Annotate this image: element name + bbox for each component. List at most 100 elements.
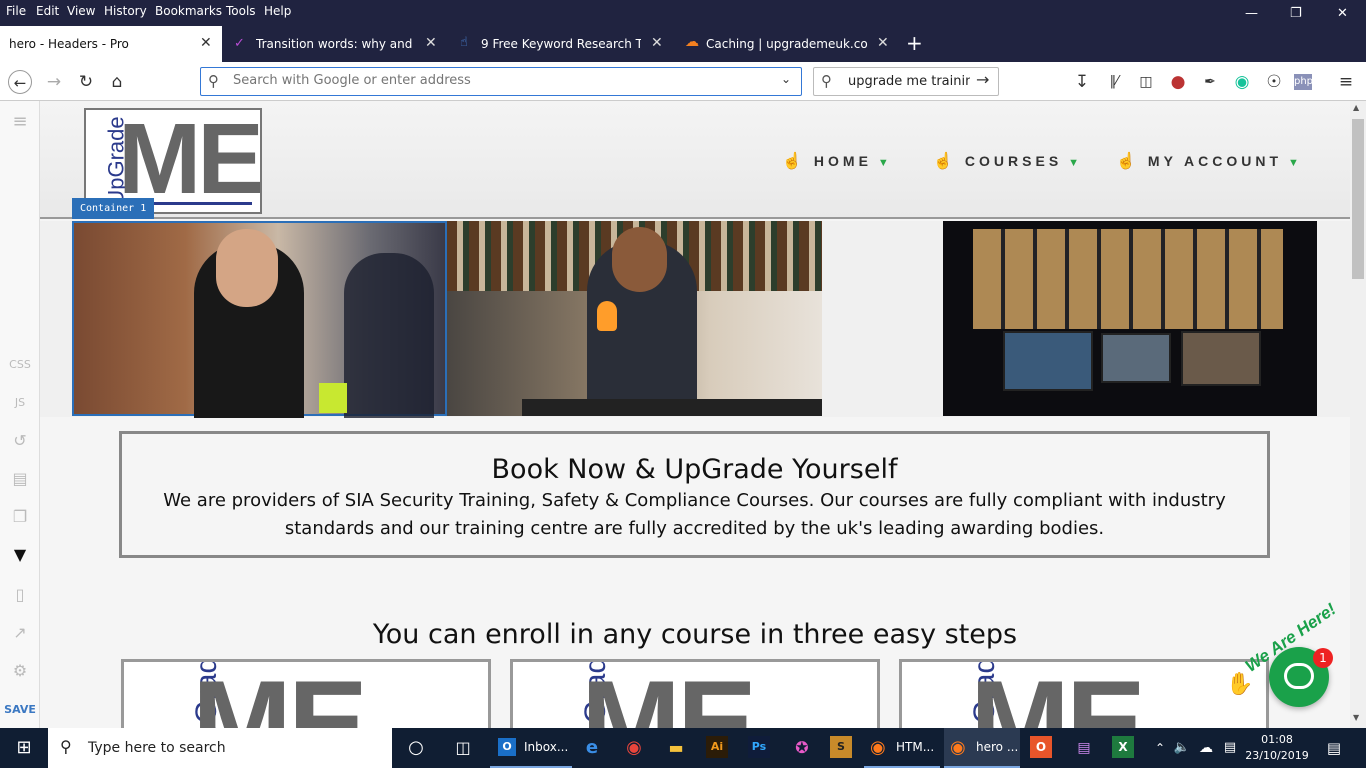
scrollbar-thumb[interactable]: [1352, 119, 1364, 279]
nav-label: COURSES: [964, 153, 1063, 169]
hero-image-cctv-room[interactable]: [943, 221, 1317, 416]
chevron-down-icon[interactable]: ⌄: [781, 72, 791, 86]
external-link-icon[interactable]: ↗: [0, 623, 40, 642]
step-card[interactable]: UpGrade ME: [510, 659, 880, 728]
chevron-down-icon: ▼: [877, 157, 893, 169]
taskbar-search-placeholder: Type here to search: [88, 740, 226, 756]
excel-icon[interactable]: X: [1112, 736, 1134, 758]
new-tab-icon[interactable]: +: [906, 31, 923, 55]
nav-my-account[interactable]: ☝ MY ACCOUNT ▼: [1116, 151, 1303, 171]
volume-icon[interactable]: 🔈: [1170, 736, 1194, 760]
clock[interactable]: 01:08 23/10/2019: [1244, 732, 1310, 764]
url-input[interactable]: [233, 73, 773, 88]
cortana-icon[interactable]: ○: [404, 736, 428, 760]
photoshop-icon[interactable]: Ps: [748, 736, 770, 758]
save-button[interactable]: SAVE: [0, 703, 40, 716]
taskbar-search[interactable]: ⚲ Type here to search: [48, 728, 392, 768]
colorzilla-icon[interactable]: ●: [1166, 70, 1190, 94]
css-button[interactable]: CSS: [0, 358, 40, 371]
menu-view[interactable]: View: [67, 4, 95, 18]
cloudflare-icon: ☁: [685, 34, 699, 50]
menu-icon[interactable]: ≡: [0, 111, 40, 132]
close-tab-icon[interactable]: ✕: [877, 35, 889, 51]
windows-start-icon[interactable]: ⊞: [12, 736, 36, 760]
illustrator-icon[interactable]: Ai: [706, 736, 728, 758]
office-icon[interactable]: O: [1030, 736, 1052, 758]
maximize-icon[interactable]: ❐: [1290, 6, 1302, 21]
winrar-icon[interactable]: ▤: [1072, 736, 1096, 760]
onedrive-icon[interactable]: ☁: [1194, 736, 1218, 760]
account-icon[interactable]: ☉: [1262, 70, 1286, 94]
notifications-icon[interactable]: ▤: [1322, 736, 1346, 760]
menu-help[interactable]: Help: [264, 4, 291, 18]
chrome-icon[interactable]: ◉: [622, 736, 646, 760]
mobile-icon[interactable]: ▯: [0, 585, 40, 604]
url-bar[interactable]: ⚲ ⌄: [200, 67, 802, 96]
desk-monitor: [1003, 331, 1093, 391]
go-arrow-icon[interactable]: →: [976, 70, 989, 89]
layers-icon[interactable]: ❐: [0, 507, 40, 526]
search-input[interactable]: upgrade me training: [848, 74, 970, 89]
firefox-icon: ◉: [870, 737, 886, 758]
minimize-icon[interactable]: —: [1245, 6, 1258, 21]
book-now-box: Book Now & UpGrade Yourself We are provi…: [119, 431, 1270, 558]
menu-bookmarks[interactable]: Bookmarks: [155, 4, 222, 18]
taskbar-app-outlook[interactable]: O Inbox...: [490, 728, 572, 768]
eyedropper-icon[interactable]: ✒: [1198, 70, 1222, 94]
step-card[interactable]: UpGrade ME: [121, 659, 491, 728]
hero-image-bartender[interactable]: [447, 221, 822, 416]
close-tab-icon[interactable]: ✕: [200, 35, 212, 51]
forward-button[interactable]: →: [42, 70, 66, 94]
close-window-icon[interactable]: ✕: [1337, 6, 1348, 21]
search-bar[interactable]: ⚲ upgrade me training →: [813, 67, 999, 96]
page-scrollbar[interactable]: ▲ ▼: [1350, 101, 1366, 728]
scroll-up-icon[interactable]: ▲: [1353, 103, 1359, 112]
taskbar-app-firefox-html[interactable]: ◉ HTM...: [864, 728, 940, 768]
paint-icon[interactable]: ✪: [790, 736, 814, 760]
download-icon[interactable]: ↧: [1070, 70, 1094, 94]
history-icon[interactable]: ↺: [0, 431, 40, 450]
tab-label: 9 Free Keyword Research Tools: [481, 37, 641, 51]
tab-hero[interactable]: hero - Headers - Pro ✕: [0, 26, 222, 62]
scroll-down-icon[interactable]: ▼: [1353, 713, 1359, 722]
book-title: Book Now & UpGrade Yourself: [491, 454, 898, 485]
steps-title: You can enroll in any course in three ea…: [372, 619, 1018, 650]
nav-label: MY ACCOUNT: [1147, 153, 1283, 169]
menu-tools[interactable]: Tools: [226, 4, 256, 18]
tab-caching[interactable]: ☁ Caching | upgrademeuk.com | ✕: [677, 26, 899, 62]
reload-button[interactable]: ↻: [74, 70, 98, 94]
close-tab-icon[interactable]: ✕: [425, 35, 437, 51]
step-card[interactable]: UpGrade ME: [899, 659, 1269, 728]
menu-edit[interactable]: Edit: [36, 4, 59, 18]
bartender-face: [612, 227, 667, 292]
grammarly-icon[interactable]: ◉: [1230, 70, 1254, 94]
gear-icon[interactable]: ⚙: [0, 661, 40, 680]
dropdown-circle-icon[interactable]: ▼: [0, 545, 40, 564]
chevron-up-icon[interactable]: ⌃: [1148, 736, 1172, 760]
tab-keyword-tools[interactable]: ☝ 9 Free Keyword Research Tools ✕: [451, 26, 673, 62]
flame-shape: [597, 301, 617, 331]
hamburger-menu-icon[interactable]: ≡: [1334, 70, 1358, 94]
php-icon[interactable]: php: [1294, 74, 1313, 90]
taskbar-app-label: hero ...: [976, 740, 1019, 754]
task-view-icon[interactable]: ◫: [451, 736, 475, 760]
menu-file[interactable]: File: [6, 4, 26, 18]
sublime-icon[interactable]: S: [830, 736, 852, 758]
taskbar-app-firefox-hero[interactable]: ◉ hero ...: [944, 728, 1020, 768]
edge-icon[interactable]: e: [580, 736, 604, 760]
network-icon[interactable]: ▤: [1218, 736, 1242, 760]
menu-history[interactable]: History: [104, 4, 147, 18]
sidebar-toggle-icon[interactable]: ◫: [1134, 70, 1158, 94]
home-button[interactable]: ⌂: [105, 70, 129, 94]
hero-image-security-guard[interactable]: [72, 221, 447, 418]
file-explorer-icon[interactable]: ▬: [664, 736, 688, 760]
back-button[interactable]: ←: [8, 70, 32, 94]
nav-home[interactable]: ☝ HOME ▼: [782, 151, 893, 171]
library-icon[interactable]: ‖⁄: [1102, 70, 1126, 94]
panel-icon[interactable]: ▤: [0, 469, 40, 488]
tab-transition-words[interactable]: ✓ Transition words: why and how ✕: [225, 26, 447, 62]
clock-time: 01:08: [1261, 733, 1293, 746]
js-button[interactable]: JS: [0, 396, 40, 409]
close-tab-icon[interactable]: ✕: [651, 35, 663, 51]
nav-courses[interactable]: ☝ COURSES ▼: [933, 151, 1083, 171]
